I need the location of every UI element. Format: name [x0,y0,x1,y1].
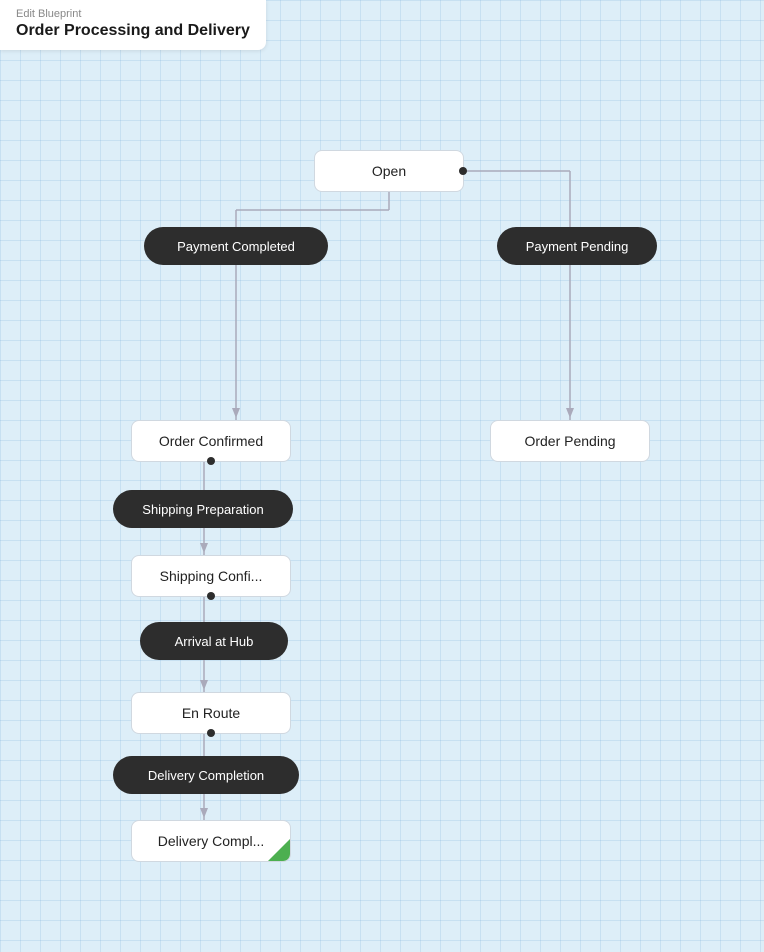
page-title: Order Processing and Delivery [16,22,250,40]
header: Edit Blueprint Order Processing and Deli… [0,0,266,50]
breadcrumb: Edit Blueprint [16,8,250,20]
node-delivery-completed[interactable]: Delivery Compl... [131,820,291,862]
node-order-confirmed[interactable]: Order Confirmed [131,420,291,462]
node-payment-completed[interactable]: Payment Completed [144,227,328,265]
green-corner-indicator [268,839,290,861]
node-arrival-at-hub[interactable]: Arrival at Hub [140,622,288,660]
node-en-route[interactable]: En Route [131,692,291,734]
diagram-lines [0,0,764,952]
node-order-pending[interactable]: Order Pending [490,420,650,462]
node-delivery-completion[interactable]: Delivery Completion [113,756,299,794]
node-shipping-preparation[interactable]: Shipping Preparation [113,490,293,528]
node-payment-pending[interactable]: Payment Pending [497,227,657,265]
node-open[interactable]: Open [314,150,464,192]
node-shipping-confirmed[interactable]: Shipping Confi... [131,555,291,597]
